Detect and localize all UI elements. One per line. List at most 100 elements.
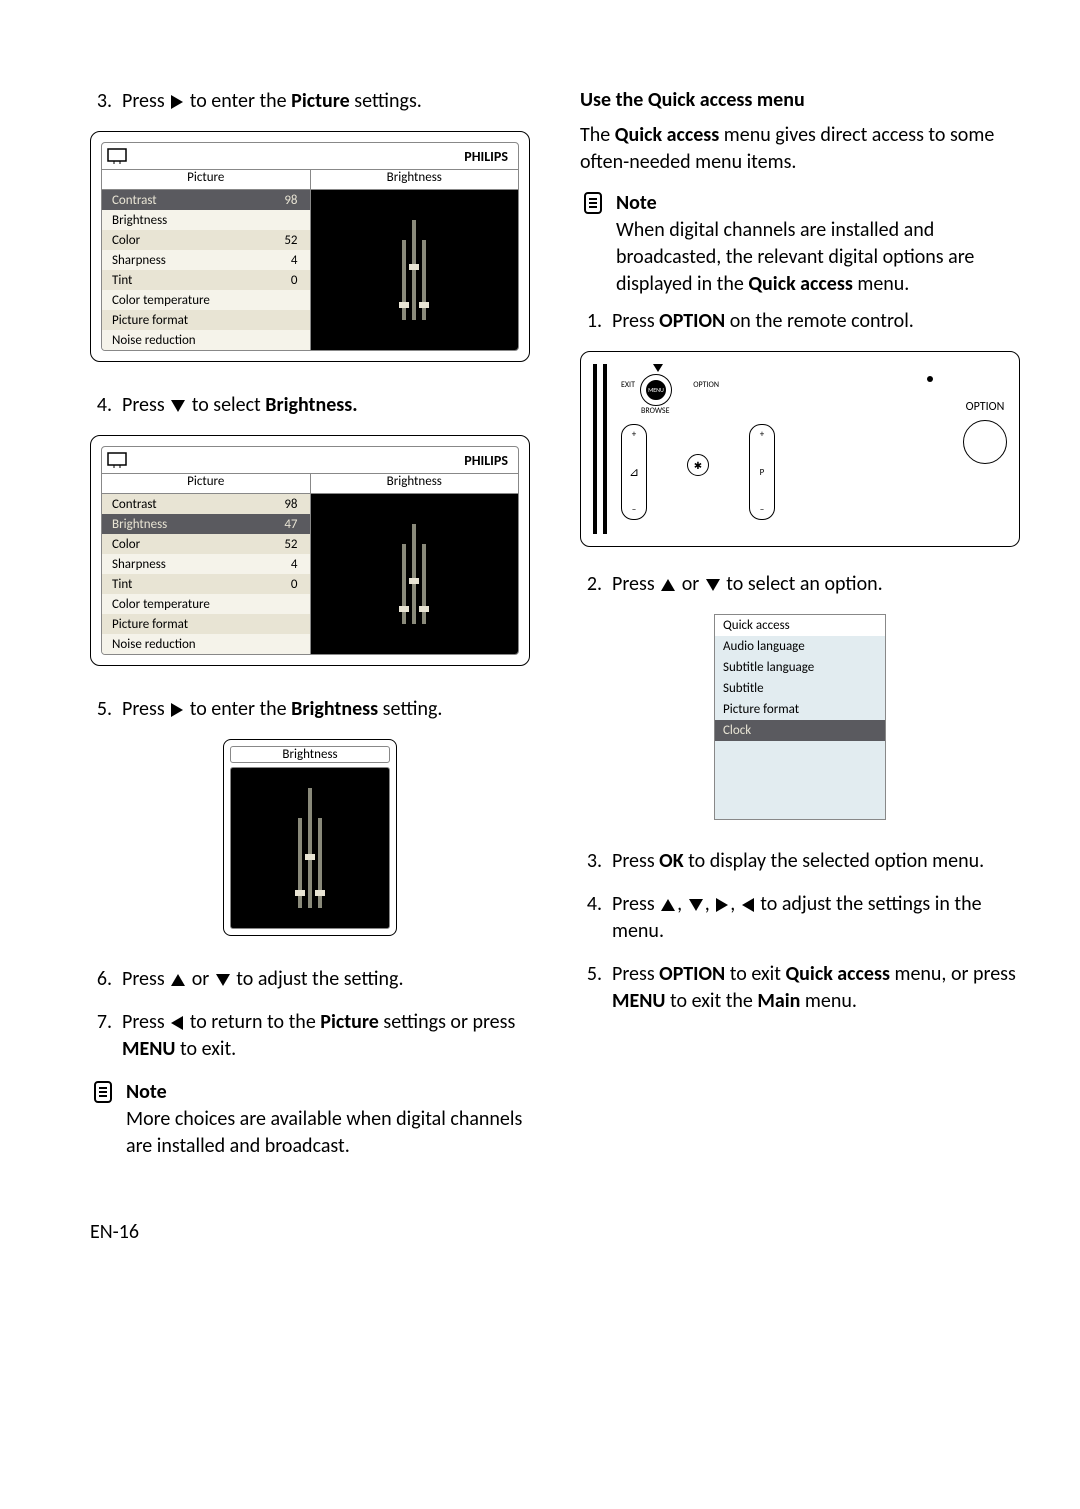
right-step-2: 2. Press or to select an option.: [580, 571, 1020, 598]
step-text: Press to select Brightness.: [122, 392, 530, 419]
t: to adjust the setting.: [236, 967, 403, 991]
callout-dot-icon: [927, 376, 933, 382]
osd-label: Contrast: [112, 497, 157, 512]
osd-row: Noise reduction: [102, 330, 310, 350]
t-bold: Brightness.: [265, 393, 357, 417]
t: on the remote control.: [730, 309, 914, 333]
step-text: Press OK to display the selected option …: [612, 848, 1020, 875]
volume-rocker: + ⊿ –: [621, 424, 647, 520]
osd-row: Color52: [102, 230, 310, 250]
osd-preview: [311, 494, 519, 654]
step-text: Press to return to the Picture settings …: [122, 1009, 530, 1063]
intro-text: The Quick access menu gives direct acces…: [580, 122, 1020, 176]
osd-label: Color: [112, 537, 140, 552]
right-step-1: 1. Press OPTION on the remote control.: [580, 308, 1020, 335]
t-bold: OPTION: [659, 309, 725, 333]
t: settings.: [354, 89, 422, 113]
t: Press: [612, 309, 659, 333]
step-text: Press to enter the Brightness setting.: [122, 696, 530, 723]
step-3: 3. Press to enter the Picture settings.: [90, 88, 530, 115]
t-bold: Quick access: [748, 272, 853, 296]
osd-label: Tint: [112, 273, 132, 288]
osd-row: Tint0: [102, 574, 310, 594]
osd-col-header: Brightness: [311, 170, 519, 190]
osd-row: Picture format: [102, 310, 310, 330]
qa-row-empty: [715, 793, 885, 819]
left-column: 3. Press to enter the Picture settings. …: [90, 88, 530, 1160]
step-number: 6.: [90, 966, 112, 993]
right-arrow-icon: [171, 95, 183, 109]
osd-list: Contrast98 Brightness47 Color52 Sharpnes…: [102, 494, 311, 654]
osd-label: Noise reduction: [112, 333, 196, 348]
down-arrow-icon: [653, 364, 663, 372]
step-text: Press to enter the Picture settings.: [122, 88, 530, 115]
t-bold: Picture: [291, 89, 350, 113]
osd-val: 98: [284, 193, 303, 208]
step-number: 3.: [90, 88, 112, 115]
brand-label: PHILIPS: [464, 148, 518, 165]
osd-row: Noise reduction: [102, 634, 310, 654]
step-5: 5. Press to enter the Brightness setting…: [90, 696, 530, 723]
osd-col-header: Picture: [102, 474, 311, 494]
down-arrow-icon: [216, 974, 230, 986]
down-arrow-icon: [689, 899, 703, 911]
t: The: [580, 123, 615, 147]
t-bold: Quick access: [785, 962, 890, 986]
remote-edge-line: [593, 364, 597, 534]
t-bold: OPTION: [659, 962, 725, 986]
osd-row: Brightness: [102, 210, 310, 230]
t-bold: MENU: [612, 989, 665, 1013]
up-arrow-icon: [661, 579, 675, 591]
page-footer: EN-16: [0, 1220, 1080, 1244]
browse-label: BROWSE: [641, 406, 670, 416]
option-label: OPTION: [693, 380, 719, 390]
t: Press: [122, 967, 169, 991]
t-bold: OK: [659, 849, 683, 873]
option-circle-icon: [963, 420, 1007, 464]
right-step-3: 3. Press OK to display the selected opti…: [580, 848, 1020, 875]
t: setting.: [383, 697, 443, 721]
up-arrow-icon: [171, 974, 185, 986]
minus-icon: –: [760, 504, 764, 515]
osd-val: 4: [291, 557, 304, 572]
osd-col-header: Picture: [102, 170, 311, 190]
equalizer-icon: [298, 788, 322, 908]
note-block: Note More choices are available when dig…: [90, 1079, 530, 1160]
note-text: More choices are available when digital …: [126, 1106, 530, 1160]
osd-row: Brightness47: [102, 514, 310, 534]
note-block: Note When digital channels are installed…: [580, 190, 1020, 298]
osd-label: Contrast: [112, 193, 157, 208]
note-label: Note: [126, 1079, 530, 1106]
note-label: Note: [616, 190, 1020, 217]
osd-col-header: Brightness: [311, 474, 519, 494]
step-6: 6. Press or to adjust the setting.: [90, 966, 530, 993]
osd-row: Contrast98: [102, 494, 310, 514]
osd-row: Tint0: [102, 270, 310, 290]
osd-label: Sharpness: [112, 557, 166, 572]
right-arrow-icon: [716, 898, 728, 912]
qa-row: Clock: [715, 720, 885, 741]
osd-list: Contrast98 Brightness Color52 Sharpness4…: [102, 190, 311, 350]
step-number: 5.: [90, 696, 112, 723]
minus-icon: –: [632, 504, 636, 515]
t: to exit the: [670, 989, 757, 1013]
t: Press: [122, 393, 169, 417]
osd-label: Color: [112, 233, 140, 248]
osd-label: Color temperature: [112, 597, 210, 612]
qa-row: Subtitle: [715, 678, 885, 699]
step-text: Press OPTION to exit Quick access menu, …: [612, 961, 1020, 1015]
step-number: 3.: [580, 848, 602, 875]
step-number: 2.: [580, 571, 602, 598]
t: to exit: [730, 962, 786, 986]
osd-label: Picture format: [112, 313, 188, 328]
osd-row: Color temperature: [102, 594, 310, 614]
step-number: 4.: [580, 891, 602, 945]
qa-row: Subtitle language: [715, 657, 885, 678]
step-number: 7.: [90, 1009, 112, 1063]
plus-icon: +: [632, 429, 636, 440]
remote-diagram: EXIT OPTION BROWSE MENU + ⊿ –: [580, 351, 1020, 547]
program-rocker: + P –: [749, 424, 775, 520]
osd-picture-1: PHILIPS Picture Brightness Contrast 98 Br…: [90, 131, 530, 362]
option-callout: OPTION: [963, 364, 1007, 464]
osd-label: Sharpness: [112, 253, 166, 268]
